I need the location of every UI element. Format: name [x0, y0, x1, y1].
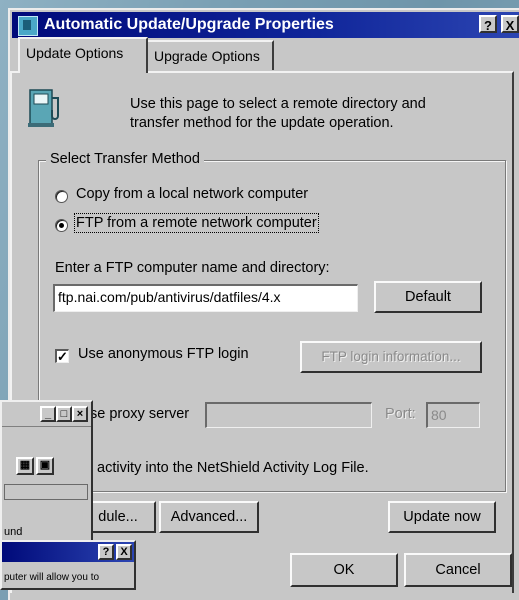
ok-button[interactable]: OK — [290, 553, 398, 587]
bg-field — [4, 484, 88, 500]
radio-ftp-remote[interactable] — [55, 219, 68, 232]
radio-ftp-remote-label[interactable]: FTP from a remote network computer — [74, 213, 319, 233]
minimize-button[interactable]: _ — [40, 406, 56, 422]
proxy-server-input[interactable] — [205, 402, 372, 428]
help-button[interactable]: ? — [479, 15, 497, 33]
small-dialog-text: puter will allow you to — [4, 572, 100, 583]
close-button[interactable]: X — [501, 15, 519, 33]
bg-text-und: und — [4, 526, 23, 538]
group-label: Select Transfer Method — [46, 151, 204, 167]
tab-update-options[interactable]: Update Options — [18, 37, 148, 73]
background-window: _ □ × ▦ ▣ und — [0, 400, 93, 545]
dialog-title: Automatic Update/Upgrade Properties — [44, 16, 334, 33]
transfer-method-group — [38, 160, 506, 492]
anonymous-ftp-label[interactable]: Use anonymous FTP login — [78, 346, 249, 362]
maximize-button[interactable]: □ — [56, 406, 72, 422]
log-activity-label[interactable]: activity into the NetShield Activity Log… — [97, 460, 369, 476]
divider — [2, 426, 91, 427]
toolbar-icon-1[interactable]: ▦ — [16, 457, 34, 475]
anonymous-ftp-checkbox[interactable]: ✓ — [55, 349, 69, 363]
proxy-label[interactable]: se proxy server — [90, 406, 189, 422]
window-close-button[interactable]: × — [72, 406, 88, 422]
toolbar-icon-2[interactable]: ▣ — [36, 457, 54, 475]
update-now-button[interactable]: Update now — [388, 501, 496, 533]
cancel-button[interactable]: Cancel — [404, 553, 512, 587]
background-dialog-small: ? X puter will allow you to — [0, 540, 136, 590]
radio-local-network[interactable] — [55, 190, 68, 203]
default-button[interactable]: Default — [374, 281, 482, 313]
tab-upgrade-options[interactable]: Upgrade Options — [146, 40, 274, 70]
radio-local-network-label[interactable]: Copy from a local network computer — [76, 186, 308, 202]
small-close-button[interactable]: X — [116, 544, 132, 560]
ftp-login-info-button[interactable]: FTP login information... — [300, 341, 482, 373]
app-icon — [18, 16, 38, 36]
port-input[interactable]: 80 — [426, 402, 480, 428]
small-title-bar — [2, 542, 134, 562]
ftp-field-label: Enter a FTP computer name and directory: — [55, 260, 330, 276]
small-help-button[interactable]: ? — [98, 544, 114, 560]
title-bar[interactable]: Automatic Update/Upgrade Properties ? X — [12, 12, 519, 38]
gas-pump-icon — [28, 89, 59, 127]
advanced-button[interactable]: Advanced... — [159, 501, 259, 533]
ftp-directory-input[interactable]: ftp.nai.com/pub/antivirus/datfiles/4.x — [53, 284, 358, 312]
port-label: Port: — [385, 406, 416, 422]
intro-text: Use this page to select a remote directo… — [130, 96, 426, 131]
